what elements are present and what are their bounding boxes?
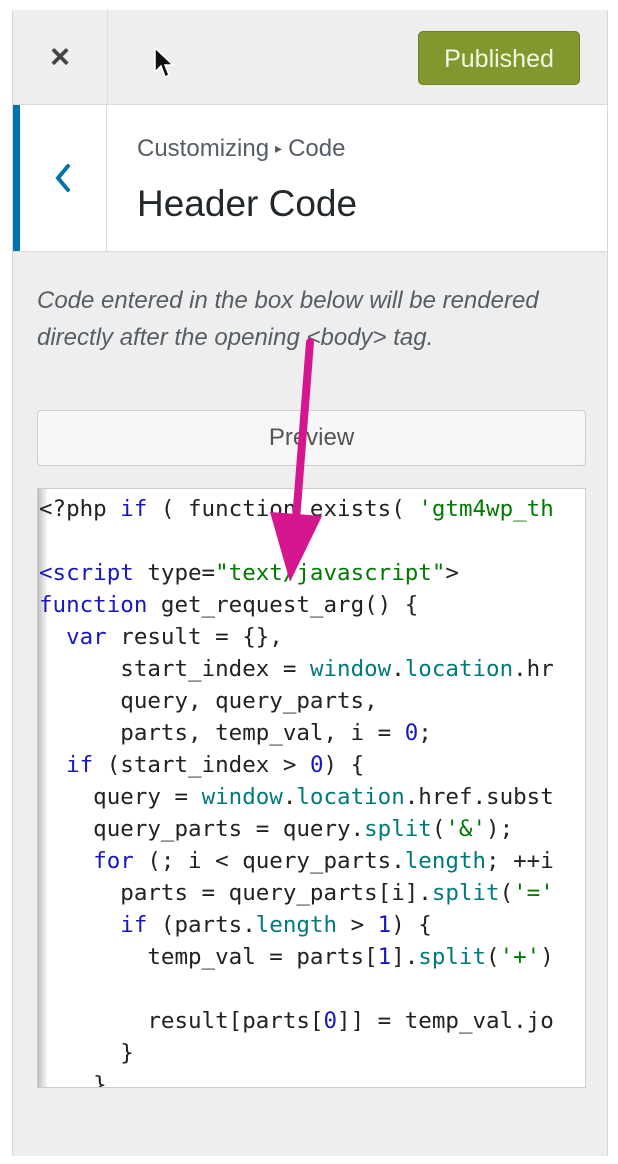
- code-line: ​: [39, 525, 554, 557]
- section-description: Code entered in the box below will be re…: [37, 287, 539, 351]
- customizer-panel: × Published Customizing ▸ Code Header Code…: [12, 10, 608, 1156]
- close-button[interactable]: ×: [13, 10, 108, 104]
- section-header: Customizing ▸ Code Header Code: [13, 105, 607, 252]
- code-line: <?php if ( function_exists( 'gtm4wp_th: [39, 496, 554, 522]
- code-line: if (start_index > 0) {: [66, 752, 365, 778]
- customizer-header: × Published: [13, 10, 607, 105]
- code-line: parts, temp_val, i = 0;: [39, 720, 432, 746]
- code-editor[interactable]: <?php if ( function_exists( 'gtm4wp_th ​ <…: [37, 488, 586, 1088]
- breadcrumb-separator-icon: ▸: [275, 140, 283, 156]
- code-line: temp_val = parts[1].split('+'): [39, 944, 554, 970]
- back-button[interactable]: [13, 105, 107, 251]
- code-line: }: [39, 1072, 107, 1088]
- breadcrumb-current: Code: [288, 135, 346, 162]
- code-line: query, query_parts,: [39, 688, 378, 714]
- code-line: }: [39, 1040, 134, 1066]
- code-line: for (; i < query_parts.length; ++i: [93, 848, 554, 874]
- breadcrumb-parent: Customizing: [137, 135, 270, 162]
- code-line: start_index = window.location.hr: [39, 656, 554, 682]
- code-line: query_parts = query.split('&');: [39, 816, 514, 842]
- code-line: parts = query_parts[i].split('=': [39, 880, 554, 906]
- mouse-cursor-icon: [154, 46, 175, 79]
- code-line: var result = {},: [66, 624, 283, 650]
- code-line: query = window.location.href.subst: [39, 784, 554, 810]
- close-icon: ×: [50, 37, 70, 76]
- section-title: Header Code: [137, 183, 358, 224]
- code-line: result[parts[0]] = temp_val.jo: [39, 1008, 554, 1034]
- breadcrumb: Customizing ▸ Code: [137, 135, 345, 163]
- publish-button[interactable]: Published: [418, 31, 580, 85]
- preview-button[interactable]: Preview: [37, 410, 586, 466]
- code-line: function get_request_arg() {: [39, 592, 419, 618]
- code-content[interactable]: <?php if ( function_exists( 'gtm4wp_th ​ <…: [39, 493, 554, 1088]
- code-line: if (parts.length > 1) {: [120, 912, 432, 938]
- chevron-left-icon: [55, 164, 70, 192]
- code-line: <script type="text/javascript">: [39, 560, 459, 586]
- code-line: ​: [39, 973, 554, 1005]
